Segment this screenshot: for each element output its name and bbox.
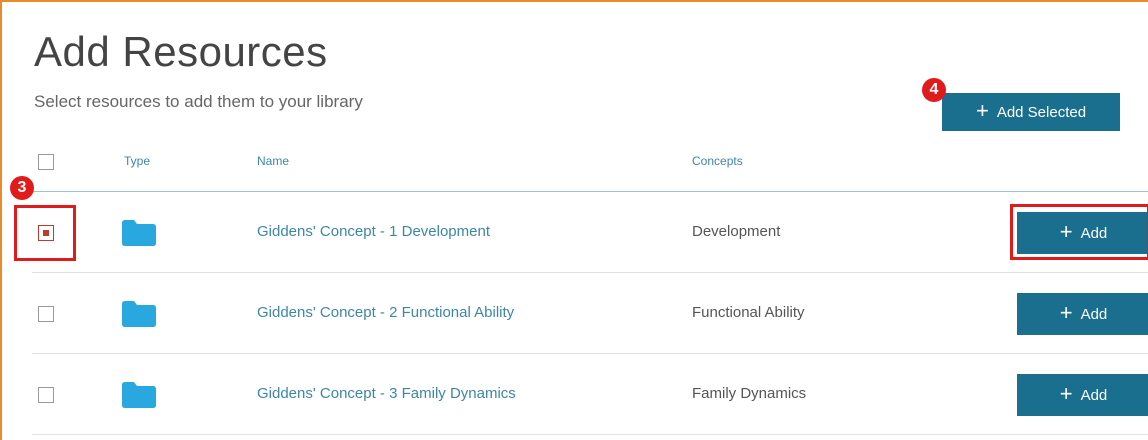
add-resource-button[interactable]: + Add bbox=[1017, 374, 1148, 416]
page-title: Add Resources bbox=[34, 28, 328, 75]
add-resource-button[interactable]: + Add bbox=[1017, 293, 1148, 335]
column-header-concepts[interactable]: Concepts bbox=[692, 154, 743, 168]
resource-concept: Development bbox=[692, 223, 781, 240]
add-label: Add bbox=[1080, 386, 1108, 404]
column-header-type[interactable]: Type bbox=[124, 154, 150, 168]
resource-name-link[interactable]: Giddens' Concept - 1 Development bbox=[257, 223, 490, 240]
table-header: Type Name Concepts bbox=[32, 142, 1148, 192]
plus-icon: + bbox=[1059, 381, 1073, 406]
row-checkbox[interactable] bbox=[38, 387, 54, 403]
resource-concept: Functional Ability bbox=[692, 304, 805, 321]
table-row: Giddens' Concept - 3 Family Dynamics Fam… bbox=[32, 355, 1148, 435]
plus-icon: + bbox=[1059, 300, 1073, 325]
highlight-checkbox-annotation bbox=[14, 205, 76, 261]
table-row: Giddens' Concept - 1 Development Develop… bbox=[32, 193, 1148, 273]
page-subtitle: Select resources to add them to your lib… bbox=[34, 92, 363, 111]
folder-icon bbox=[122, 301, 156, 327]
step-4-callout: 4 bbox=[922, 78, 946, 102]
table-row: Giddens' Concept - 2 Functional Ability … bbox=[32, 274, 1148, 354]
add-selected-button[interactable]: + Add Selected bbox=[942, 93, 1120, 131]
resource-concept: Family Dynamics bbox=[692, 385, 807, 402]
row-checkbox[interactable] bbox=[38, 306, 54, 322]
step-3-callout: 3 bbox=[10, 176, 34, 200]
highlight-add-annotation bbox=[1010, 204, 1148, 260]
folder-icon bbox=[122, 220, 156, 246]
column-header-name[interactable]: Name bbox=[257, 154, 289, 168]
screenshot-frame: Add Resources Select resources to add th… bbox=[0, 0, 1148, 440]
resource-name-link[interactable]: Giddens' Concept - 2 Functional Ability bbox=[257, 304, 514, 321]
folder-icon bbox=[122, 382, 156, 408]
add-label: Add bbox=[1080, 305, 1108, 323]
plus-icon: + bbox=[975, 98, 989, 123]
select-all-checkbox[interactable] bbox=[38, 154, 54, 170]
resource-name-link[interactable]: Giddens' Concept - 3 Family Dynamics bbox=[257, 385, 516, 402]
add-selected-label: Add Selected bbox=[996, 103, 1087, 121]
